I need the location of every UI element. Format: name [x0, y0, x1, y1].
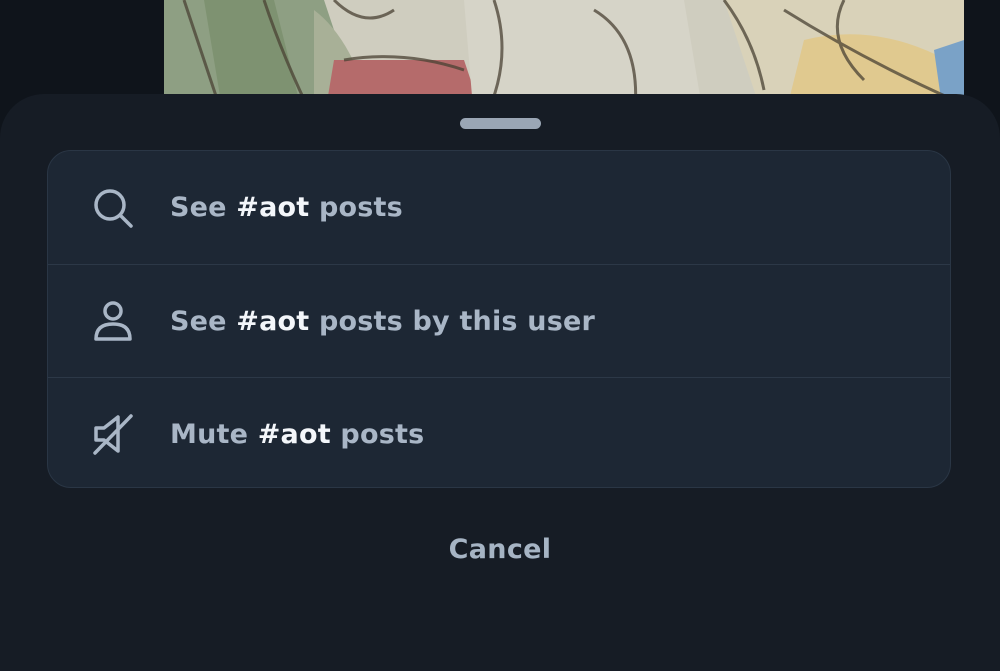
cancel-button[interactable]: Cancel — [0, 534, 1000, 565]
bottom-sheet: See #aot posts See #aot posts by this us… — [0, 94, 1000, 671]
label-suffix: posts — [309, 192, 403, 223]
screen: See #aot posts See #aot posts by this us… — [0, 0, 1000, 671]
menu-item-see-tag-posts-by-user[interactable]: See #aot posts by this user — [48, 264, 950, 377]
person-icon — [90, 298, 136, 344]
label-prefix: See — [170, 305, 237, 337]
label-prefix: Mute — [170, 418, 258, 450]
speaker-muted-icon — [90, 411, 136, 457]
label-suffix: posts by this user — [309, 305, 596, 337]
options-menu: See #aot posts See #aot posts by this us… — [47, 150, 951, 488]
hashtag: #aot — [236, 305, 310, 337]
menu-item-mute-tag-posts[interactable]: Mute #aot posts — [48, 377, 950, 487]
menu-item-label: See #aot posts — [170, 192, 403, 223]
menu-item-label: See #aot posts by this user — [170, 306, 595, 337]
hashtag: #aot — [257, 418, 331, 450]
search-icon — [90, 185, 136, 231]
label-suffix: posts — [330, 418, 425, 450]
label-prefix: See — [170, 192, 237, 223]
hashtag: #aot — [236, 192, 310, 223]
menu-item-label: Mute #aot posts — [170, 419, 424, 450]
sheet-drag-handle[interactable] — [460, 118, 541, 129]
menu-item-see-tag-posts[interactable]: See #aot posts — [48, 151, 950, 264]
